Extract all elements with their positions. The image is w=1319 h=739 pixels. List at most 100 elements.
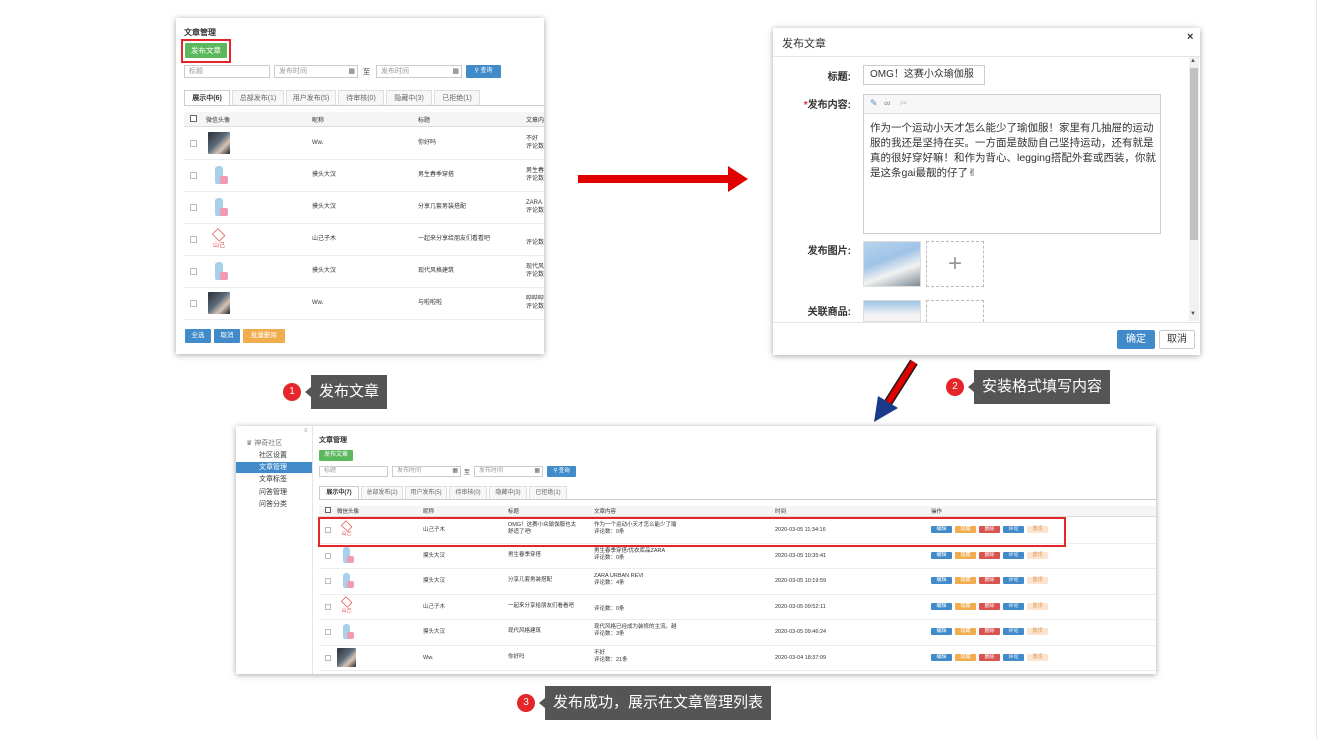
row-checkbox[interactable] — [190, 172, 197, 179]
hide-button[interactable]: 隐藏 — [955, 602, 976, 610]
collapse-icon[interactable]: ≡ — [304, 428, 308, 434]
tab-pending[interactable]: 待审核(0) — [338, 90, 384, 105]
row-checkbox[interactable] — [190, 268, 197, 275]
batch-delete-button[interactable]: 批量删除 — [243, 329, 285, 343]
query-button[interactable]: ⚲ 查询 — [547, 466, 576, 477]
uploaded-image[interactable] — [863, 241, 921, 287]
edit-icon[interactable]: ✎ — [870, 98, 878, 109]
row-time: 2020-03-05 10:35:41 — [775, 552, 827, 559]
sidebar-item-articles[interactable]: 文章管理 — [236, 462, 312, 473]
search-title-input[interactable]: 标题 — [319, 466, 388, 477]
date-from-input[interactable]: 发布时间 ▦ — [392, 466, 461, 477]
comment-button[interactable]: 评论 — [1003, 602, 1024, 610]
publish-article-button[interactable]: 发布文章 — [319, 450, 353, 461]
tab-rejected[interactable]: 已拒绝(1) — [529, 486, 567, 499]
row-checkbox[interactable] — [325, 578, 331, 584]
tab-user[interactable]: 用户发布(5) — [286, 90, 336, 105]
table-row: 摸头大汉 分享几套男装搭配 ZARA URBAN REVI 评论数：4条 202… — [319, 568, 1156, 595]
tab-rejected[interactable]: 已拒绝(1) — [434, 90, 480, 105]
edit-button[interactable]: 编辑 — [931, 628, 952, 635]
pin-button[interactable]: 置顶 — [1027, 577, 1048, 584]
select-all-checkbox[interactable] — [190, 115, 197, 122]
select-all-button[interactable]: 全选 — [185, 329, 211, 343]
delete-button[interactable]: 删除 — [979, 602, 1000, 610]
avatar: 山己 — [208, 228, 230, 250]
tab-hq[interactable]: 总部发布(2) — [361, 486, 403, 499]
edit-button[interactable]: 编辑 — [931, 653, 952, 661]
article-list-screenshot: 文章管理 发布文章 标题 发布时间 ▦ 至 发布时间 ▦ ⚲ 查询 展示中(6) 总… — [176, 18, 544, 354]
select-all-checkbox[interactable] — [325, 507, 331, 513]
comment-button[interactable]: 评论 — [1003, 551, 1024, 559]
hide-button[interactable]: 隐藏 — [955, 577, 976, 584]
edit-button[interactable]: 编辑 — [931, 602, 952, 610]
date-separator: 至 — [464, 470, 471, 476]
pin-button[interactable]: 置顶 — [1027, 653, 1048, 661]
delete-button[interactable]: 删除 — [979, 551, 1000, 559]
hide-button[interactable]: 隐藏 — [955, 628, 976, 635]
step-number: 3 — [517, 694, 535, 712]
pin-button[interactable]: 置顶 — [1027, 602, 1048, 610]
query-button[interactable]: ⚲ 查询 — [466, 65, 501, 78]
content-editor[interactable]: ✎ ∞ ✂ 作为一个运动小天才怎么能少了瑜伽服！家里有几抽屉的运动服的我还是坚持… — [863, 94, 1161, 234]
hide-button[interactable]: 隐藏 — [955, 551, 976, 559]
dialog-title: 发布文章 — [782, 38, 826, 50]
scroll-up-icon[interactable]: ▲ — [1190, 58, 1196, 64]
cancel-select-button[interactable]: 取消 — [214, 329, 240, 343]
tab-user[interactable]: 用户发布(5) — [405, 486, 447, 499]
page-title: 文章管理 — [319, 437, 347, 444]
tab-pending[interactable]: 待审核(0) — [449, 486, 487, 499]
row-checkbox[interactable] — [190, 236, 197, 243]
title-input[interactable]: OMG！这赛小众瑜伽服 — [863, 65, 985, 85]
step-number: 2 — [946, 378, 964, 396]
date-from-input[interactable]: 发布时间 ▦ — [274, 65, 358, 78]
add-image-button[interactable]: + — [926, 241, 984, 287]
date-from-placeholder: 发布时间 — [397, 468, 422, 474]
row-checkbox[interactable] — [190, 300, 197, 307]
row-checkbox[interactable] — [190, 204, 197, 211]
row-checkbox[interactable] — [325, 629, 331, 635]
sidebar-item-settings[interactable]: 社区设置 — [236, 450, 312, 461]
row-checkbox[interactable] — [190, 140, 197, 147]
close-icon[interactable]: × — [1187, 31, 1193, 43]
pin-button[interactable]: 置顶 — [1027, 628, 1048, 635]
row-comments: 评论数 — [526, 144, 544, 150]
publish-article-button[interactable]: 发布文章 — [185, 43, 227, 58]
pin-button[interactable]: 置顶 — [1027, 551, 1048, 559]
sidebar-item-qa-category[interactable]: 问答分类 — [236, 499, 312, 510]
unlink-icon[interactable]: ✂ — [900, 98, 908, 109]
row-checkbox[interactable] — [325, 603, 331, 610]
edit-button[interactable]: 编辑 — [931, 551, 952, 559]
tab-showing[interactable]: 展示中(6) — [184, 90, 230, 105]
delete-button[interactable]: 删除 — [979, 653, 1000, 661]
article-list-result-screenshot: ≡ ♛ 神奇社区 社区设置 文章管理 文章标签 问答管理 问答分类 文章管理 发… — [236, 426, 1156, 674]
row-nick: 摸头大汉 — [423, 629, 446, 635]
comment-button[interactable]: 评论 — [1003, 628, 1024, 635]
table-row: Ww. 你好吗 不好 评论数 — [184, 127, 544, 160]
sidebar-item-qa[interactable]: 问答管理 — [236, 487, 312, 498]
link-icon[interactable]: ∞ — [884, 98, 890, 108]
edit-button[interactable]: 编辑 — [931, 577, 952, 584]
row-checkbox[interactable] — [325, 552, 331, 559]
search-title-input[interactable]: 标题 — [184, 65, 270, 78]
row-content: 不好 — [526, 136, 539, 142]
scrollbar-thumb[interactable] — [1190, 68, 1198, 240]
tab-hidden[interactable]: 隐藏中(3) — [489, 486, 527, 499]
tab-hidden[interactable]: 隐藏中(3) — [386, 90, 432, 105]
tab-hq[interactable]: 总部发布(1) — [232, 90, 284, 105]
avatar — [337, 546, 356, 565]
tab-showing[interactable]: 展示中(7) — [319, 486, 359, 499]
comment-button[interactable]: 评论 — [1003, 653, 1024, 661]
date-to-input[interactable]: 发布时间 ▦ — [474, 466, 543, 477]
scroll-down-icon[interactable]: ▼ — [1190, 311, 1196, 317]
row-checkbox[interactable] — [325, 654, 331, 661]
ok-button[interactable]: 确定 — [1117, 330, 1155, 349]
sidebar-item-tags[interactable]: 文章标签 — [236, 474, 312, 485]
hide-button[interactable]: 隐藏 — [955, 653, 976, 661]
goods-image[interactable] — [863, 300, 921, 322]
add-goods-button[interactable] — [926, 300, 984, 322]
delete-button[interactable]: 删除 — [979, 628, 1000, 635]
cancel-button[interactable]: 取消 — [1159, 330, 1195, 349]
comment-button[interactable]: 评论 — [1003, 577, 1024, 584]
delete-button[interactable]: 删除 — [979, 577, 1000, 584]
date-to-input[interactable]: 发布时间 ▦ — [376, 65, 462, 78]
